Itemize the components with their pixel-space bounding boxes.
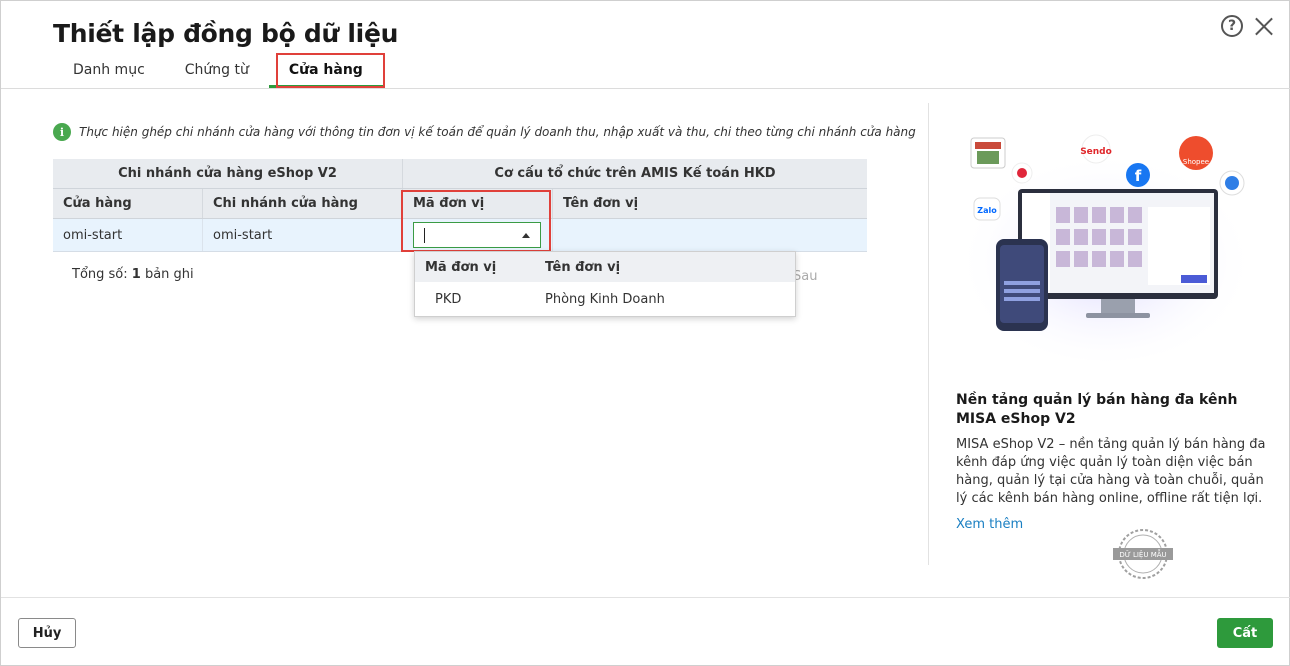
dropdown-header-code: Mã đơn vị bbox=[425, 259, 497, 275]
footer-divider bbox=[1, 597, 1290, 598]
facebook-label: f bbox=[1135, 167, 1142, 185]
eshop-illustration: Sendo Shopee f Zalo bbox=[956, 134, 1256, 361]
group-header-eshop: Chi nhánh cửa hàng eShop V2 bbox=[53, 159, 403, 188]
question-circle-icon[interactable]: ? bbox=[1221, 15, 1243, 37]
pager-next-button[interactable]: Sau bbox=[793, 269, 817, 284]
cancel-button[interactable]: Hủy bbox=[18, 618, 76, 648]
cell-unit-name bbox=[553, 219, 867, 251]
tab-cua-hang[interactable]: Cửa hàng bbox=[268, 53, 385, 88]
record-count-value: 1 bbox=[131, 267, 141, 282]
info-text: Thực hiện ghép chi nhánh cửa hàng với th… bbox=[79, 125, 916, 139]
sync-settings-dialog: Thiết lập đồng bộ dữ liệu ? Danh mục Chứ… bbox=[0, 0, 1290, 666]
sendo-label: Sendo bbox=[1080, 147, 1112, 157]
dialog-title: Thiết lập đồng bộ dữ liệu bbox=[53, 19, 399, 48]
arrow-up-icon[interactable] bbox=[522, 232, 530, 238]
column-header-unit-code: Mã đơn vị bbox=[403, 189, 553, 218]
save-button[interactable]: Cất bbox=[1217, 618, 1273, 648]
tab-bar: Danh mục Chứng từ Cửa hàng bbox=[53, 53, 385, 88]
column-header-branch: Chi nhánh cửa hàng bbox=[203, 189, 403, 218]
table-row[interactable]: omi-start omi-start bbox=[53, 219, 867, 252]
text-cursor bbox=[424, 227, 425, 243]
unit-code-dropdown: Mã đơn vị Tên đơn vị PKD Phòng Kinh Doan… bbox=[414, 251, 796, 317]
zalo-label: Zalo bbox=[977, 206, 997, 215]
dropdown-header: Mã đơn vị Tên đơn vị bbox=[415, 252, 795, 282]
mapping-grid: Chi nhánh cửa hàng eShop V2 Cơ cấu tổ ch… bbox=[53, 159, 867, 252]
stamp-text: DỮ LIỆU MẪU bbox=[1119, 549, 1166, 559]
tab-danh-muc[interactable]: Danh mục bbox=[53, 53, 165, 88]
sample-data-stamp: DỮ LIỆU MẪU bbox=[1113, 529, 1173, 579]
side-panel-description: MISA eShop V2 – nền tảng quản lý bán hàn… bbox=[956, 437, 1266, 506]
tabs-divider bbox=[1, 88, 1290, 89]
grid-group-header: Chi nhánh cửa hàng eShop V2 Cơ cấu tổ ch… bbox=[53, 159, 867, 189]
side-panel-divider bbox=[928, 103, 929, 565]
group-header-amis: Cơ cấu tổ chức trên AMIS Kế toán HKD bbox=[494, 166, 776, 181]
dialog-controls: ? bbox=[1221, 15, 1275, 37]
tab-chung-tu[interactable]: Chứng từ bbox=[165, 53, 269, 88]
info-icon: i bbox=[53, 123, 71, 141]
info-banner: i Thực hiện ghép chi nhánh cửa hàng với … bbox=[53, 123, 916, 141]
dropdown-header-name: Tên đơn vị bbox=[545, 259, 621, 275]
record-count-suffix: bản ghi bbox=[140, 267, 194, 282]
cell-store: omi-start bbox=[53, 219, 203, 251]
shopee-label: Shopee bbox=[1183, 158, 1209, 166]
dropdown-option[interactable]: PKD Phòng Kinh Doanh bbox=[415, 282, 795, 317]
cell-unit-code bbox=[403, 219, 553, 251]
column-header-unit-name: Tên đơn vị bbox=[563, 196, 639, 211]
cell-branch: omi-start bbox=[203, 219, 403, 251]
option-name: Phòng Kinh Doanh bbox=[545, 292, 665, 307]
grid-column-header: Cửa hàng Chi nhánh cửa hàng Mã đơn vị Tê… bbox=[53, 189, 867, 219]
column-header-store: Cửa hàng bbox=[53, 189, 203, 218]
option-code: PKD bbox=[435, 292, 462, 307]
unit-code-combobox[interactable] bbox=[413, 222, 541, 248]
record-count-label: Tổng số: bbox=[72, 267, 132, 282]
close-icon[interactable] bbox=[1253, 15, 1275, 37]
side-panel-title: Nền tảng quản lý bán hàng đa kênh MISA e… bbox=[956, 392, 1238, 427]
see-more-link[interactable]: Xem thêm bbox=[956, 517, 1023, 532]
record-count: Tổng số: 1 bản ghi bbox=[72, 267, 194, 282]
